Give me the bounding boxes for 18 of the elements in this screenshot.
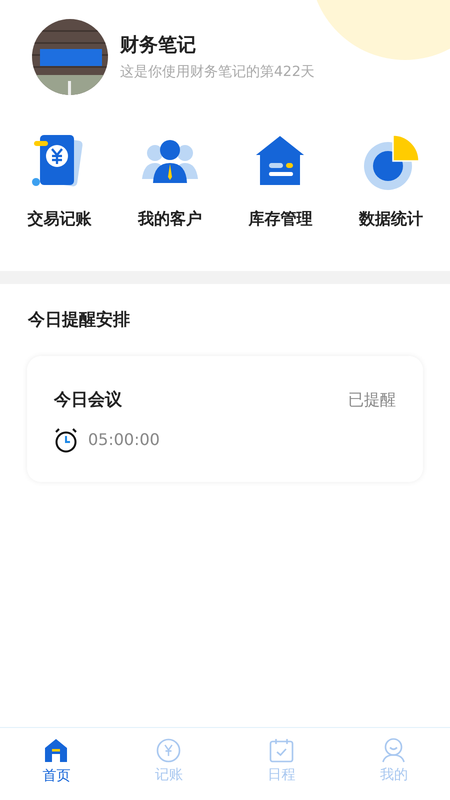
yen-icon [156,738,182,763]
shortcut-button[interactable]: 我的客户 [114,133,225,231]
home-icon [44,738,68,764]
reminder-card[interactable]: 今日会议 已提醒 05:00:00 [27,356,423,482]
alarm-clock-icon [54,427,78,453]
reminder-status: 已提醒 [348,389,396,412]
calendar-icon [268,738,294,763]
usage-days-text: 这是你使用财务笔记的第422天 [120,63,315,82]
reminder-title: 今日会议 [54,388,122,412]
shortcut-button[interactable]: 数据统计 [336,133,446,231]
shortcut-button[interactable]: 交易记账 [4,133,114,231]
section-title: 今日提醒安排 [28,309,130,332]
shortcut-button[interactable]: 库存管理 [225,133,336,231]
reminder-time: 05:00:00 [88,429,160,451]
user-icon [381,738,406,763]
tab-bar-item[interactable]: 首页 [0,738,112,787]
app-title: 财务笔记 [120,32,197,58]
pie-chart-icon [362,133,420,191]
